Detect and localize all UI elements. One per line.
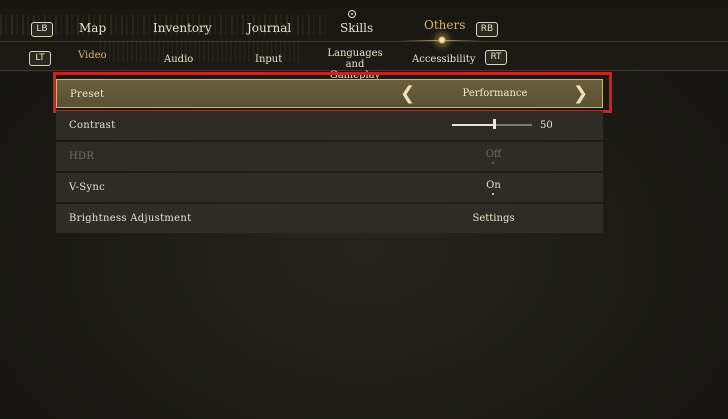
rt-trigger-button[interactable]: RT <box>485 50 507 65</box>
setting-value: Settings <box>472 213 515 224</box>
setting-value: On <box>486 180 501 191</box>
tab-others[interactable]: Others <box>424 18 465 32</box>
subtab-video[interactable]: Video <box>78 50 107 61</box>
lb-bumper-button[interactable]: LB <box>31 22 53 37</box>
setting-row-hdr: HDR Off <box>56 142 603 171</box>
tab-inventory[interactable]: Inventory <box>153 21 212 35</box>
subtab-input[interactable]: Input <box>255 54 282 65</box>
subtab-audio[interactable]: Audio <box>164 54 193 65</box>
divider <box>0 41 728 42</box>
setting-label: Contrast <box>69 120 116 131</box>
tab-skills[interactable]: Skills <box>340 21 373 35</box>
contrast-slider-handle[interactable] <box>492 119 496 129</box>
setting-value: Off <box>485 149 502 160</box>
setting-row-brightness-adjustment[interactable]: Brightness Adjustment Settings <box>56 204 603 233</box>
active-tab-marker-icon <box>437 35 447 45</box>
option-indicator-dot <box>492 193 494 195</box>
contrast-value: 50 <box>540 120 553 131</box>
setting-label: V-Sync <box>69 182 106 193</box>
rb-bumper-button[interactable]: RB <box>476 22 498 37</box>
tab-map[interactable]: Map <box>79 21 106 35</box>
setting-label: Brightness Adjustment <box>69 213 192 224</box>
tab-journal[interactable]: Journal <box>247 21 291 35</box>
lt-trigger-button[interactable]: LT <box>29 51 51 66</box>
setting-label: HDR <box>69 151 95 162</box>
subtab-accessibility[interactable]: Accessibility <box>412 54 475 65</box>
setting-row-vsync[interactable]: V-Sync On <box>56 173 603 202</box>
option-indicator-dot <box>492 162 494 164</box>
skill-point-icon <box>348 10 356 18</box>
contrast-slider-fill <box>452 124 494 126</box>
selection-highlight-box <box>53 72 612 113</box>
